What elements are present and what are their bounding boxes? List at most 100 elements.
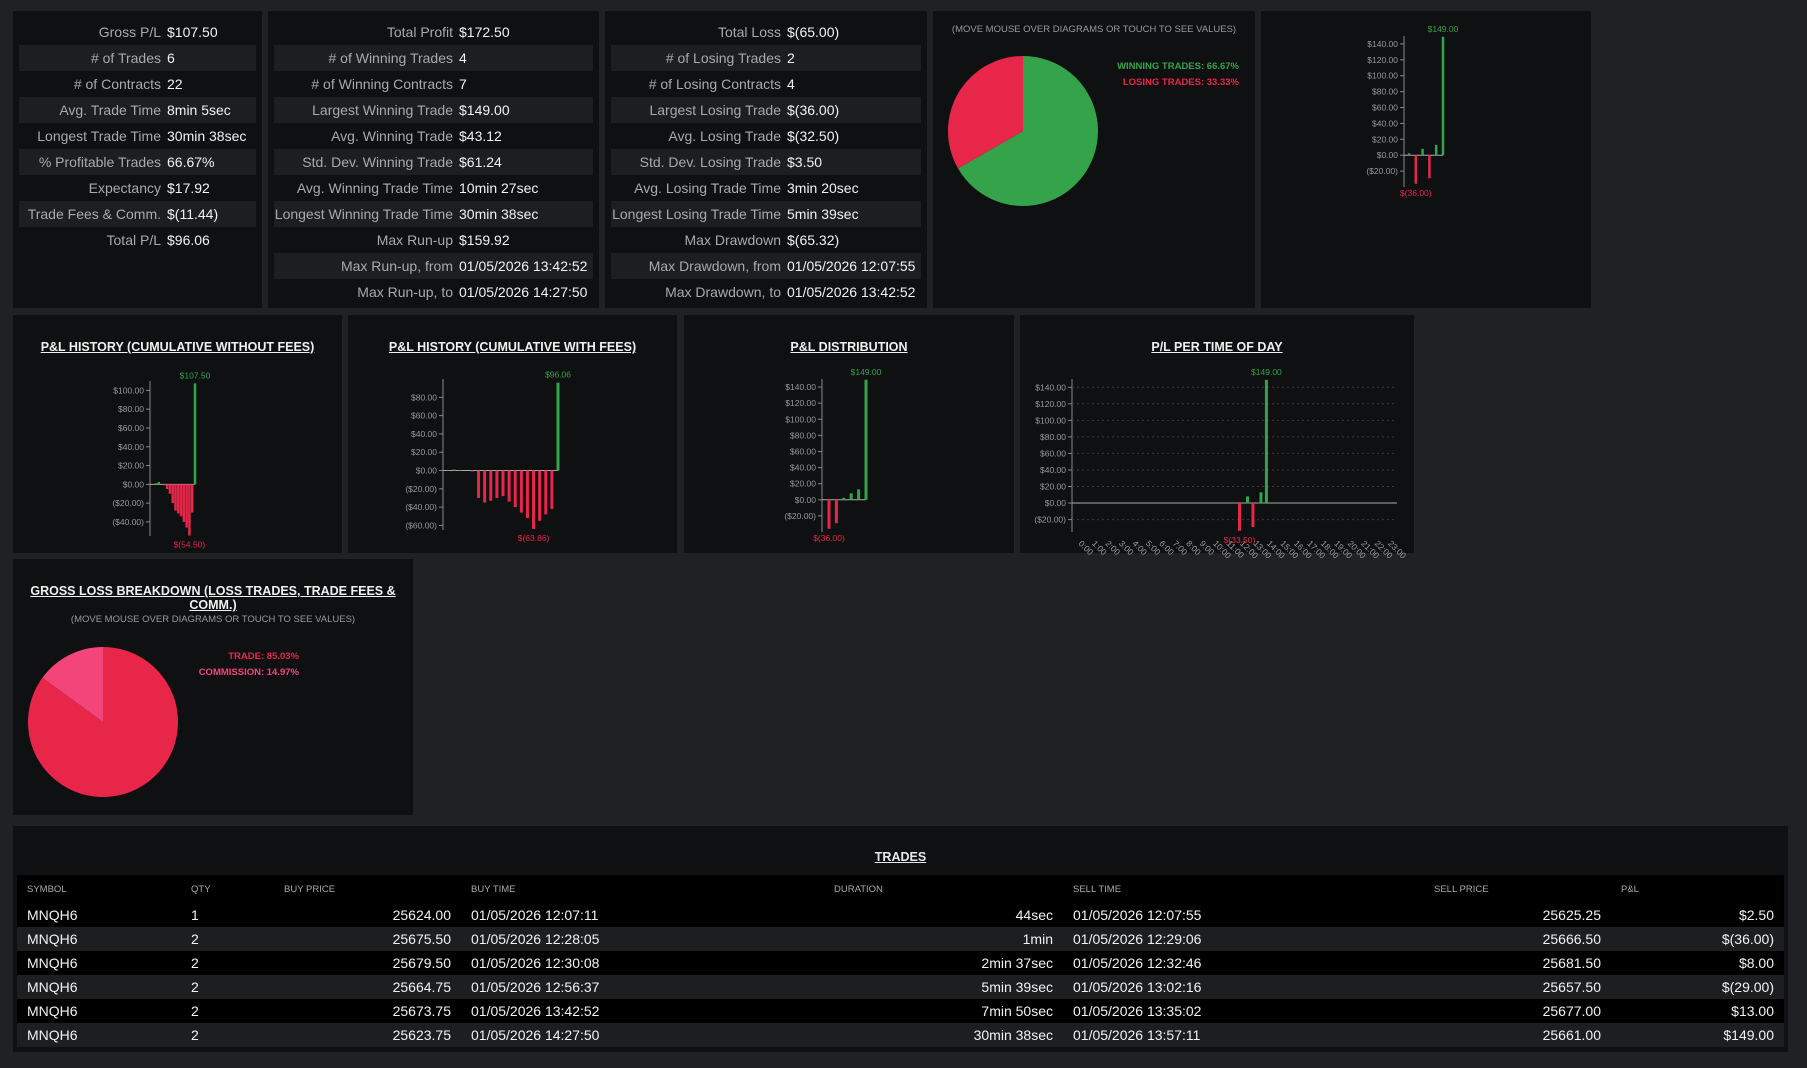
y-tick-label: ($40.00) (112, 517, 144, 527)
y-tick-label: $0.00 (416, 466, 438, 476)
table-cell-sell-price: 25625.25 (1542, 907, 1601, 923)
win-loss-pie-chart[interactable]: WINNING TRADES: 66.67% LOSING TRADES: 33.… (933, 11, 1255, 308)
stat-value: 4 (787, 76, 795, 92)
stat-label: Gross P/L (98, 24, 161, 40)
y-tick-label: $120.00 (1035, 399, 1066, 409)
pl-distribution-chart[interactable]: $140.00 $120.00 $100.00 $80.00 $60.00 $40.00 $… (684, 315, 1014, 553)
max-value-label: $149.00 (1251, 367, 1282, 377)
y-tick-label: ($40.00) (405, 502, 437, 512)
y-tick-label: $100.00 (1035, 415, 1066, 425)
stat-row-longest-losing-trade-time: Longest Losing Trade Time 5min 39sec (611, 201, 921, 227)
stat-row-of-losing-trades: # of Losing Trades 2 (611, 45, 921, 71)
pl-history-no-fees-chart[interactable]: $100.00 $80.00 $60.00 $40.00 $20.00 $0.00 ($20… (13, 315, 342, 553)
stat-value: 30min 38sec (167, 128, 247, 144)
max-value-label: $149.00 (1428, 24, 1459, 34)
stat-value: $(32.50) (787, 128, 840, 144)
trades-panel: TRADES SYMBOL QTY BUY PRICE BUY TIME DUR… (13, 826, 1788, 1052)
col-sell-price[interactable]: SELL PRICE (1424, 875, 1611, 903)
table-cell-p-l: $13.00 (1731, 1003, 1774, 1019)
legend-label: LOSING TRADES: 33.33% (1123, 77, 1240, 88)
stat-label: # of Winning Contracts (311, 76, 453, 92)
y-tick-label: $80.00 (1372, 87, 1398, 97)
win-loss-pie-panel[interactable]: (MOVE MOUSE OVER DIAGRAMS OR TOUCH TO SE… (933, 11, 1255, 308)
stat-label: Trade Fees & Comm. (27, 206, 161, 222)
stat-value: $107.50 (167, 24, 218, 40)
table-cell-duration: 7min 50sec (981, 1003, 1053, 1019)
col-buy-time[interactable]: BUY TIME (461, 875, 824, 903)
stat-label: Max Run-up (376, 232, 453, 248)
pl-history-with-fees-chart[interactable]: $80.00 $60.00 $40.00 $20.00 $0.00 ($20.00) ($4… (348, 315, 677, 553)
trades-title: TRADES (874, 850, 927, 864)
stat-value: 8min 5sec (167, 102, 231, 118)
table-cell-sell-time: 01/05/2026 12:29:06 (1073, 931, 1202, 947)
table-cell-buy-time: 01/05/2026 12:30:08 (471, 955, 600, 971)
table-cell-symbol: MNQH6 (27, 1003, 78, 1019)
stat-label: Max Drawdown (684, 232, 781, 248)
col-qty[interactable]: QTY (181, 875, 274, 903)
y-tick-label: ($20.00) (405, 484, 437, 494)
y-tick-label: ($20.00) (1034, 515, 1066, 525)
y-tick-label: $0.00 (123, 479, 145, 489)
stat-value: $(36.00) (787, 102, 840, 118)
table-cell-duration: 1min (1022, 931, 1053, 947)
table-cell-buy-price: 25673.75 (392, 1003, 451, 1019)
col-symbol[interactable]: SYMBOL (17, 875, 181, 903)
stat-label: Avg. Winning Trade Time (296, 180, 453, 196)
table-row[interactable]: MNQH6 2 25664.75 01/05/2026 12:56:37 5min 39… (17, 975, 1784, 999)
table-cell-buy-time: 01/05/2026 12:56:37 (471, 979, 600, 995)
col-pl[interactable]: P&L (1611, 875, 1784, 903)
stat-row-std-dev-winning-trade: Std. Dev. Winning Trade $61.24 (274, 149, 593, 175)
summary-stats-panel: Gross P/L $107.50 # of Trades 6 # of Contrac… (13, 11, 262, 308)
stat-label: Largest Winning Trade (312, 102, 453, 118)
y-tick-label: $40.00 (790, 463, 816, 473)
stat-label: Avg. Winning Trade (331, 128, 453, 144)
stat-value: 7 (459, 76, 467, 92)
stat-row-avg-winning-trade: Avg. Winning Trade $43.12 (274, 123, 593, 149)
table-cell-buy-price: 25679.50 (392, 955, 451, 971)
max-value-label: $107.50 (180, 370, 211, 380)
pl-distribution-panel[interactable]: P&L DISTRIBUTION $140.00 $120.00 $100.00 $8… (684, 315, 1014, 553)
table-cell-buy-time: 01/05/2026 12:07:11 (471, 907, 599, 923)
table-cell-p-l: $2.50 (1738, 907, 1774, 923)
stat-value: 01/05/2026 13:42:52 (459, 258, 588, 274)
pl-time-of-day-panel[interactable]: P/L PER TIME OF DAY $140.00 $120.00 $100.0… (1020, 315, 1414, 561)
table-row[interactable]: MNQH6 2 25673.75 01/05/2026 13:42:52 7min 50… (17, 999, 1784, 1023)
stat-value: $3.50 (787, 154, 823, 170)
table-row[interactable]: MNQH6 2 25623.75 01/05/2026 14:27:50 30min 3… (17, 1023, 1784, 1047)
stat-value: 3min 20sec (787, 180, 859, 196)
table-row[interactable]: MNQH6 2 25675.50 01/05/2026 12:28:05 1min 01/… (17, 927, 1784, 951)
table-cell-buy-price: 25664.75 (392, 979, 451, 995)
gross-loss-pie-chart[interactable]: TRADE: 85.03% COMMISSION: 14.97% (13, 559, 413, 815)
legend-label: COMMISSION: 14.97% (199, 667, 300, 678)
pl-history-with-fees-panel[interactable]: P&L HISTORY (CUMULATIVE WITH FEES) $80.0… (348, 315, 677, 553)
y-tick-label: $100.00 (785, 414, 816, 424)
pl-history-no-fees-panel[interactable]: P&L HISTORY (CUMULATIVE WITHOUT FEES) $1… (13, 315, 342, 553)
stat-row-trade-fees-comm: Trade Fees & Comm. $(11.44) (19, 201, 256, 227)
trade-pl-mini-panel[interactable]: $140.00 $120.00 $100.00 $80.00 $60.00 $40.00 $… (1261, 11, 1591, 308)
gross-loss-pie-panel[interactable]: GROSS LOSS BREAKDOWN (LOSS TRADES, TRADE… (13, 559, 413, 815)
y-tick-label: $60.00 (1040, 448, 1066, 458)
col-sell-time[interactable]: SELL TIME (1063, 875, 1424, 903)
stat-value: 2 (787, 50, 795, 66)
y-tick-label: ($20.00) (112, 498, 144, 508)
col-duration[interactable]: DURATION (824, 875, 1063, 903)
y-tick-label: $40.00 (118, 442, 144, 452)
stat-label: Max Run-up, from (340, 258, 453, 274)
stat-row-profitable-trades: % Profitable Trades 66.67% (19, 149, 256, 175)
y-tick-label: $120.00 (785, 398, 816, 408)
trade-pl-mini-chart[interactable]: $140.00 $120.00 $100.00 $80.00 $60.00 $40.00 $… (1261, 11, 1591, 308)
table-row[interactable]: MNQH6 2 25679.50 01/05/2026 12:30:08 2min 37… (17, 951, 1784, 975)
stat-row-total-loss: Total Loss $(65.00) (611, 19, 921, 45)
y-tick-label: $80.00 (118, 404, 144, 414)
stat-label: # of Trades (90, 50, 161, 66)
table-cell-qty: 1 (191, 907, 199, 923)
y-tick-label: $20.00 (118, 461, 144, 471)
stat-row-longest-trade-time: Longest Trade Time 30min 38sec (19, 123, 256, 149)
stat-label: Total P/L (106, 232, 161, 248)
table-cell-p-l: $(29.00) (1721, 979, 1774, 995)
y-tick-label: $40.00 (1372, 118, 1398, 128)
legend-label: TRADE: 85.03% (228, 651, 299, 662)
table-row[interactable]: MNQH6 1 25624.00 01/05/2026 12:07:11 44sec 01… (17, 903, 1784, 927)
col-buy-price[interactable]: BUY PRICE (274, 875, 461, 903)
pl-time-of-day-chart[interactable]: $140.00 $120.00 $100.00 $80.00 $60.00 $40.00 $… (1020, 315, 1414, 573)
